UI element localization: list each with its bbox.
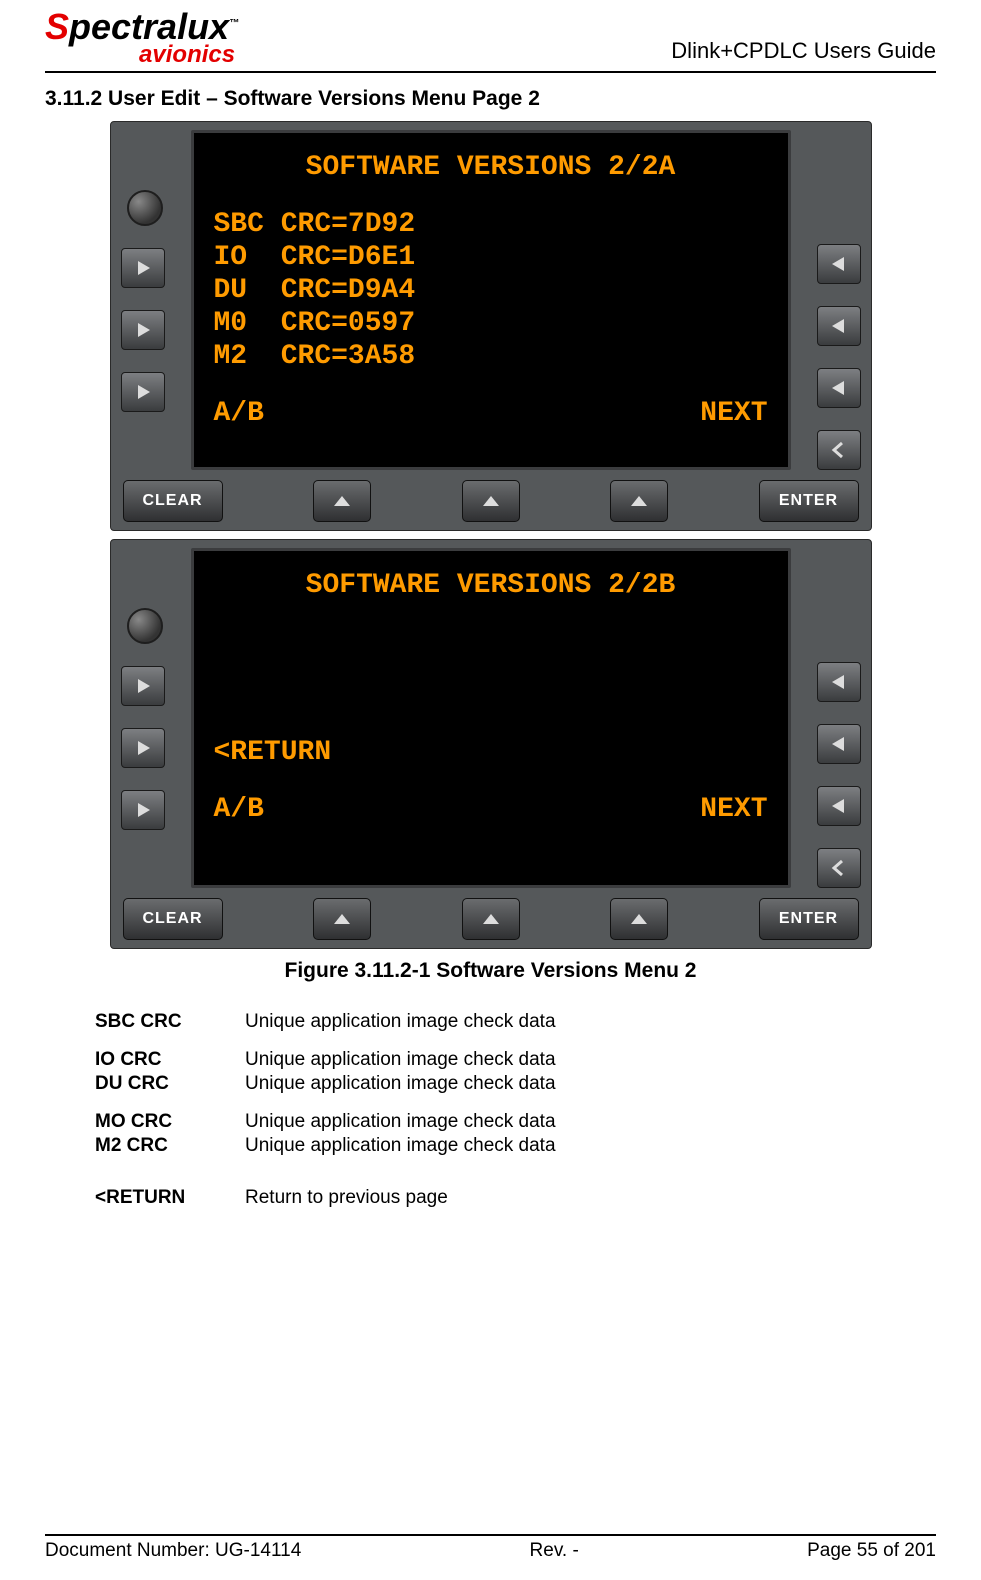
screen-title: SOFTWARE VERSIONS 2/2A — [214, 151, 768, 184]
left-softkey-1[interactable] — [121, 666, 165, 706]
def-value: Unique application image check data — [245, 1011, 936, 1033]
right-key-column — [801, 130, 861, 470]
screen-title: SOFTWARE VERSIONS 2/2B — [214, 569, 768, 602]
scroll-up-1[interactable] — [313, 480, 371, 522]
right-softkey-3[interactable] — [817, 786, 861, 826]
def-value: Unique application image check data — [245, 1135, 936, 1157]
next-label: NEXT — [700, 793, 767, 826]
scroll-up-2[interactable] — [462, 480, 520, 522]
doc-number: Document Number: UG-14114 — [45, 1540, 301, 1562]
left-key-column — [121, 130, 181, 470]
page-number: Page 55 of 201 — [807, 1540, 936, 1562]
back-key[interactable] — [817, 430, 861, 470]
brightness-knob[interactable] — [127, 190, 163, 226]
right-softkey-1[interactable] — [817, 662, 861, 702]
def-value: Unique application image check data — [245, 1111, 936, 1133]
def-label: SBC CRC — [95, 1011, 245, 1033]
clear-button[interactable]: CLEAR — [123, 898, 223, 940]
scroll-up-3[interactable] — [610, 480, 668, 522]
clear-button[interactable]: CLEAR — [123, 480, 223, 522]
logo-sub: avionics — [45, 44, 239, 67]
right-softkey-2[interactable] — [817, 724, 861, 764]
enter-button[interactable]: ENTER — [759, 480, 859, 522]
screen-a: SOFTWARE VERSIONS 2/2A SBC CRC=7D92 IO C… — [191, 130, 791, 470]
def-label: IO CRC — [95, 1049, 245, 1071]
crc-line: M0 CRC=0597 — [214, 307, 768, 340]
crc-line: DU CRC=D9A4 — [214, 274, 768, 307]
enter-button[interactable]: ENTER — [759, 898, 859, 940]
ab-toggle-label: A/B — [214, 793, 264, 826]
scroll-up-2[interactable] — [462, 898, 520, 940]
scroll-up-1[interactable] — [313, 898, 371, 940]
crc-line: M2 CRC=3A58 — [214, 340, 768, 373]
right-softkey-1[interactable] — [817, 244, 861, 284]
left-softkey-1[interactable] — [121, 248, 165, 288]
back-key[interactable] — [817, 848, 861, 888]
left-softkey-2[interactable] — [121, 728, 165, 768]
def-value: Return to previous page — [245, 1187, 936, 1209]
def-value: Unique application image check data — [245, 1049, 936, 1071]
def-label: DU CRC — [95, 1073, 245, 1095]
crc-line: SBC CRC=7D92 — [214, 208, 768, 241]
device-panel-b: SOFTWARE VERSIONS 2/2B <RETURN A/B NEXT … — [110, 539, 872, 949]
device-panel-a: SOFTWARE VERSIONS 2/2A SBC CRC=7D92 IO C… — [110, 121, 872, 531]
left-key-column — [121, 548, 181, 888]
def-value: Unique application image check data — [245, 1073, 936, 1095]
scroll-up-3[interactable] — [610, 898, 668, 940]
def-label: <RETURN — [95, 1187, 245, 1209]
logo: Spectralux™ avionics — [45, 10, 239, 67]
figure-caption: Figure 3.11.2-1 Software Versions Menu 2 — [45, 959, 936, 983]
brightness-knob[interactable] — [127, 608, 163, 644]
ab-toggle-label: A/B — [214, 397, 264, 430]
definitions-block: SBC CRCUnique application image check da… — [95, 1011, 936, 1209]
return-label: <RETURN — [214, 736, 768, 769]
def-label: MO CRC — [95, 1111, 245, 1133]
revision: Rev. - — [530, 1540, 579, 1562]
right-softkey-2[interactable] — [817, 306, 861, 346]
screen-b: SOFTWARE VERSIONS 2/2B <RETURN A/B NEXT — [191, 548, 791, 888]
section-title: 3.11.2 User Edit – Software Versions Men… — [45, 87, 936, 111]
left-softkey-3[interactable] — [121, 790, 165, 830]
right-key-column — [801, 548, 861, 888]
left-softkey-3[interactable] — [121, 372, 165, 412]
header-divider — [45, 71, 936, 73]
page-footer: Document Number: UG-14114 Rev. - Page 55… — [45, 1534, 936, 1562]
right-softkey-3[interactable] — [817, 368, 861, 408]
next-label: NEXT — [700, 397, 767, 430]
left-softkey-2[interactable] — [121, 310, 165, 350]
def-label: M2 CRC — [95, 1135, 245, 1157]
guide-title: Dlink+CPDLC Users Guide — [671, 38, 936, 64]
crc-line: IO CRC=D6E1 — [214, 241, 768, 274]
